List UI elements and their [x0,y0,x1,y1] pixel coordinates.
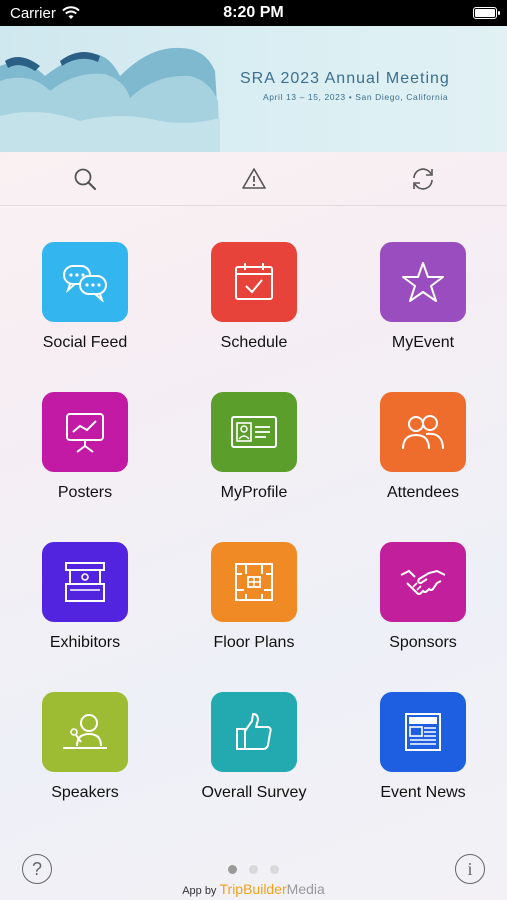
tile-icon-box [42,392,128,472]
clock: 8:20 PM [223,4,284,21]
tile-label: Speakers [51,784,119,801]
tile-icon-box [380,242,466,322]
floor-plan-icon [235,563,273,601]
event-banner: SRA 2023 Annual Meeting April 13 – 15, 2… [0,26,507,152]
presentation-board-icon [66,413,104,453]
tile-event-news[interactable]: Event News [353,692,493,802]
tile-icon-box [380,692,466,772]
help-button[interactable]: ? [22,854,52,884]
page-dot[interactable] [228,865,237,874]
wave-graphic [0,47,220,152]
tile-floor-plans[interactable]: Floor Plans [184,542,324,652]
tile-label: MyProfile [220,484,288,501]
tile-speakers[interactable]: Speakers [15,692,155,802]
warning-icon [241,167,266,189]
tile-exhibitors[interactable]: Exhibitors [15,542,155,652]
calendar-check-icon [235,263,273,300]
page-dot[interactable] [270,865,279,874]
banner-subtitle: April 13 – 15, 2023 • San Diego, Califor… [263,92,449,102]
tile-label: Overall Survey [201,784,307,801]
tile-label: Attendees [386,484,460,501]
chat-bubbles-icon [63,265,107,302]
tile-posters[interactable]: Posters [15,392,155,502]
battery-icon [473,7,500,19]
refresh-button[interactable] [403,159,443,199]
tile-label: Posters [57,484,113,501]
tile-icon-box [380,392,466,472]
page-indicator[interactable] [228,865,279,874]
tile-icon-box [211,692,297,772]
tile-icon-box [42,242,128,322]
tile-icon-box [380,542,466,622]
tile-icon-box [211,392,297,472]
tile-social-feed[interactable]: Social Feed [15,242,155,352]
tile-label: Schedule [220,334,288,351]
brand-name-b: Media [286,881,325,897]
handshake-icon [400,569,446,595]
info-icon: i [467,858,473,879]
tile-overall-survey[interactable]: Overall Survey [184,692,324,802]
tile-icon-box [42,692,128,772]
tile-label: Exhibitors [49,634,121,651]
info-button[interactable]: i [455,854,485,884]
people-icon [402,415,444,450]
id-card-icon [231,416,277,448]
tile-label: MyEvent [391,334,455,351]
tile-attendees[interactable]: Attendees [353,392,493,502]
bottom-bar: ? i App by TripBuilderMedia [0,850,507,900]
tile-icon-box [211,242,297,322]
alert-button[interactable] [234,159,274,199]
help-icon: ? [31,858,42,879]
refresh-icon [412,167,433,190]
tile-schedule[interactable]: Schedule [184,242,324,352]
banner-title: SRA 2023 Annual Meeting [240,70,450,87]
tile-label: Floor Plans [213,634,295,651]
tile-icon-box [42,542,128,622]
credit-prefix: App by [182,885,217,897]
status-bar: Carrier 8:20 PM [0,0,507,26]
toolbar [0,152,507,206]
tile-icon-box [211,542,297,622]
search-icon [74,168,96,190]
tile-label: Social Feed [42,334,128,351]
newspaper-icon [405,713,441,751]
tile-label: Sponsors [389,634,457,651]
tile-label: Event News [380,784,466,801]
speaker-podium-icon [63,714,107,749]
thumbs-up-icon [236,713,272,750]
page-dot[interactable] [249,865,258,874]
app-credit: App by TripBuilderMedia [0,881,507,897]
tile-myevent[interactable]: MyEvent [353,242,493,352]
brand-name-a: TripBuilder [219,881,287,897]
star-icon [402,262,444,302]
tile-myprofile[interactable]: MyProfile [184,392,324,502]
search-button[interactable] [65,159,105,199]
tile-sponsors[interactable]: Sponsors [353,542,493,652]
booth-icon [65,562,105,602]
